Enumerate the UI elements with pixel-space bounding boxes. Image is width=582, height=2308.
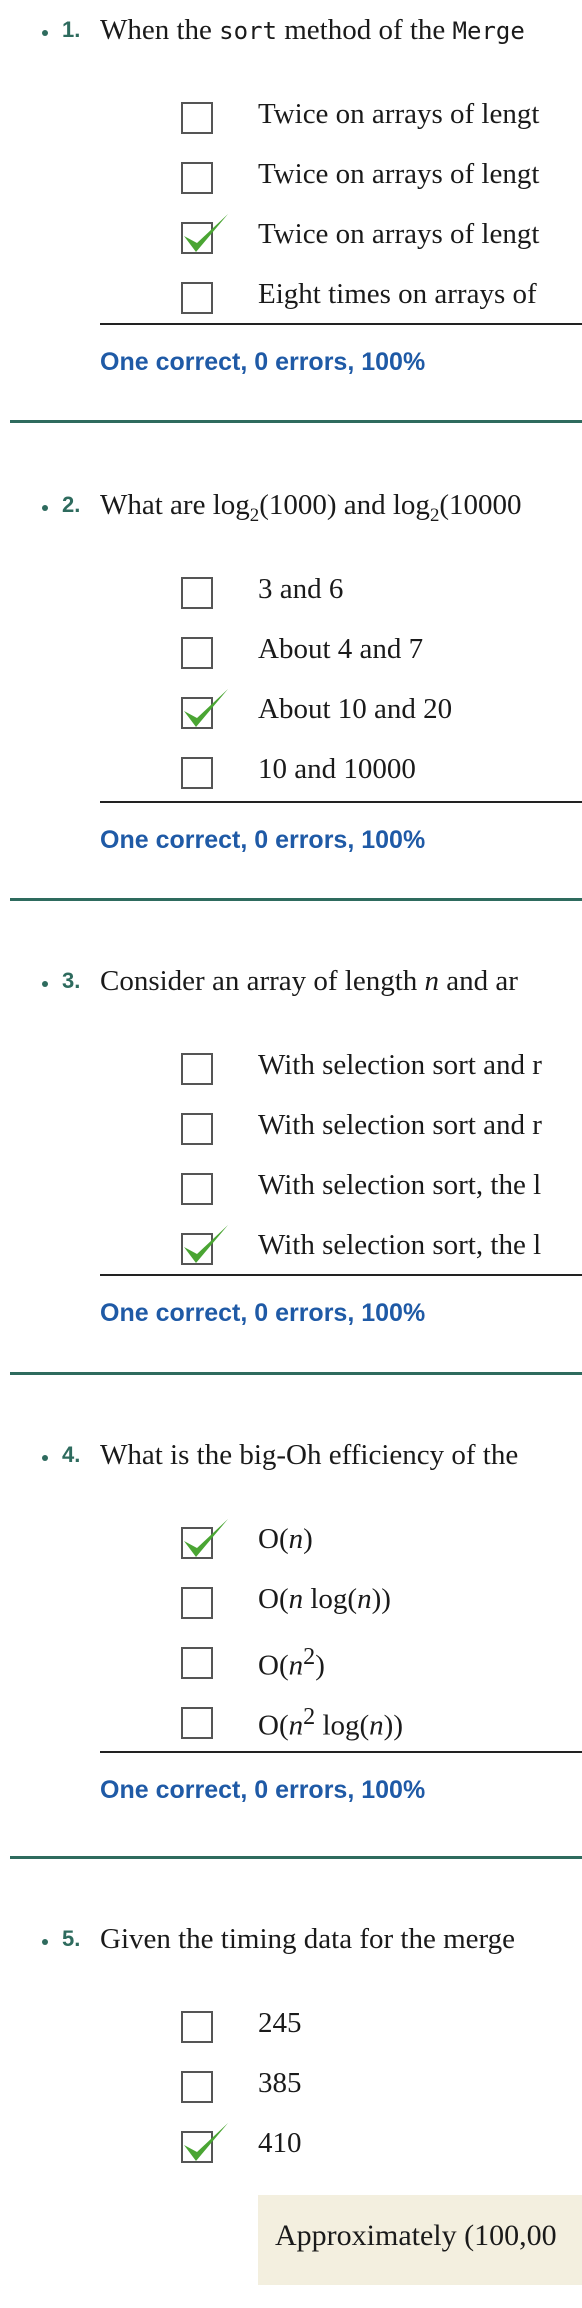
answer-text: O(n2) bbox=[258, 1643, 325, 1682]
bullet-icon bbox=[42, 1939, 48, 1945]
answer-option[interactable]: Twice on arrays of lengt bbox=[0, 214, 582, 266]
bullet-icon bbox=[42, 30, 48, 36]
answer-text: With selection sort and r bbox=[258, 1049, 542, 1081]
answer-checkbox[interactable] bbox=[181, 757, 213, 789]
answer-option[interactable]: O(n2 log(n)) bbox=[0, 1703, 582, 1751]
answer-text: 410 bbox=[258, 2127, 302, 2159]
question-prompt: What are log2(1000) and log2(10000 bbox=[100, 489, 522, 526]
answer-option[interactable]: O(n) bbox=[0, 1519, 582, 1571]
answer-text: About 4 and 7 bbox=[258, 633, 424, 665]
answer-checkbox[interactable] bbox=[181, 1647, 213, 1679]
question-header: 5. Given the timing data for the merge bbox=[0, 1921, 582, 1961]
explanation-text: Approximately (100,00 bbox=[275, 2219, 557, 2252]
question-prompt: Consider an array of length n and ar bbox=[100, 965, 518, 997]
checkmark-icon bbox=[184, 2123, 228, 2161]
answer-text: About 10 and 20 bbox=[258, 693, 453, 725]
answer-option[interactable]: Twice on arrays of lengt bbox=[0, 158, 582, 206]
question-header: 1. When the sort method of the Merge bbox=[0, 12, 582, 52]
question-separator bbox=[10, 1372, 582, 1375]
answer-text: Twice on arrays of lengt bbox=[258, 218, 540, 250]
question-number: 4. bbox=[62, 1442, 81, 1467]
options-divider bbox=[100, 1274, 582, 1276]
question-1: 1. When the sort method of the Merge Twi… bbox=[0, 12, 582, 422]
checkmark-icon bbox=[184, 689, 228, 727]
answer-text: With selection sort, the l bbox=[258, 1169, 542, 1201]
options-divider bbox=[100, 801, 582, 803]
question-2: 2. What are log2(1000) and log2(10000 3 … bbox=[0, 487, 582, 897]
answer-text: Twice on arrays of lengt bbox=[258, 158, 540, 190]
answer-checkbox[interactable] bbox=[181, 1113, 213, 1145]
answer-option[interactable]: 10 and 10000 bbox=[0, 753, 582, 801]
bullet-icon bbox=[42, 1455, 48, 1461]
checkmark-icon bbox=[184, 214, 228, 252]
answer-checkbox[interactable] bbox=[181, 2011, 213, 2043]
question-number: 3. bbox=[62, 968, 81, 993]
bullet-icon bbox=[42, 981, 48, 987]
answer-checkbox[interactable] bbox=[181, 102, 213, 134]
answer-checkbox[interactable] bbox=[181, 162, 213, 194]
answer-text: O(n) bbox=[258, 1523, 313, 1555]
answer-checkbox[interactable] bbox=[181, 1173, 213, 1205]
answer-text: O(n log(n)) bbox=[258, 1583, 391, 1615]
checkmark-icon bbox=[184, 1225, 228, 1263]
question-separator bbox=[10, 420, 582, 423]
answer-text: Twice on arrays of lengt bbox=[258, 98, 540, 130]
answer-text: With selection sort and r bbox=[258, 1109, 542, 1141]
answer-option[interactable]: 245 bbox=[0, 2007, 582, 2055]
answer-option[interactable]: 385 bbox=[0, 2067, 582, 2115]
question-header: 4. What is the big-Oh efficiency of the bbox=[0, 1437, 582, 1477]
answer-text: O(n2 log(n)) bbox=[258, 1703, 403, 1742]
answer-checkbox[interactable] bbox=[181, 1053, 213, 1085]
answer-option[interactable]: About 10 and 20 bbox=[0, 689, 582, 741]
question-separator bbox=[10, 898, 582, 901]
options-divider bbox=[100, 1751, 582, 1753]
question-4: 4. What is the big-Oh efficiency of the … bbox=[0, 1437, 582, 1847]
answer-text: Eight times on arrays of bbox=[258, 278, 537, 310]
answer-option[interactable]: O(n log(n)) bbox=[0, 1583, 582, 1631]
score-summary: One correct, 0 errors, 100% bbox=[100, 1299, 426, 1327]
answer-checkbox[interactable] bbox=[181, 282, 213, 314]
answer-checkbox[interactable] bbox=[181, 637, 213, 669]
score-summary: One correct, 0 errors, 100% bbox=[100, 826, 426, 854]
answer-option[interactable]: With selection sort, the l bbox=[0, 1169, 582, 1217]
bullet-icon bbox=[42, 505, 48, 511]
answer-option[interactable]: Twice on arrays of lengt bbox=[0, 98, 582, 146]
answer-option[interactable]: 410 bbox=[0, 2123, 582, 2175]
question-number: 5. bbox=[62, 1926, 81, 1951]
answer-text: 10 and 10000 bbox=[258, 753, 416, 785]
score-summary: One correct, 0 errors, 100% bbox=[100, 348, 426, 376]
answer-checkbox[interactable] bbox=[181, 577, 213, 609]
answer-text: 385 bbox=[258, 2067, 302, 2099]
answer-explanation: Approximately (100,00 bbox=[258, 2195, 582, 2285]
answer-text: With selection sort, the l bbox=[258, 1229, 542, 1261]
question-number: 2. bbox=[62, 492, 81, 517]
options-divider bbox=[100, 323, 582, 325]
answer-checkbox[interactable] bbox=[181, 1707, 213, 1739]
checkmark-icon bbox=[184, 1519, 228, 1557]
question-separator bbox=[10, 1856, 582, 1859]
answer-option[interactable]: O(n2) bbox=[0, 1643, 582, 1691]
question-prompt: Given the timing data for the merge bbox=[100, 1923, 516, 1955]
answer-text: 3 and 6 bbox=[258, 573, 344, 605]
answer-checkbox[interactable] bbox=[181, 1587, 213, 1619]
answer-option[interactable]: With selection sort and r bbox=[0, 1109, 582, 1157]
question-number: 1. bbox=[62, 17, 81, 42]
answer-option[interactable]: With selection sort and r bbox=[0, 1049, 582, 1097]
answer-option[interactable]: Eight times on arrays of bbox=[0, 278, 582, 326]
answer-option[interactable]: 3 and 6 bbox=[0, 573, 582, 621]
question-header: 2. What are log2(1000) and log2(10000 bbox=[0, 487, 582, 527]
answer-option[interactable]: With selection sort, the l bbox=[0, 1225, 582, 1277]
question-prompt: When the sort method of the Merge bbox=[100, 14, 525, 46]
answer-option[interactable]: About 4 and 7 bbox=[0, 633, 582, 681]
question-5: 5. Given the timing data for the merge 2… bbox=[0, 1921, 582, 2181]
answer-checkbox[interactable] bbox=[181, 2071, 213, 2103]
score-summary: One correct, 0 errors, 100% bbox=[100, 1776, 426, 1804]
question-header: 3. Consider an array of length n and ar bbox=[0, 963, 582, 1003]
question-3: 3. Consider an array of length n and ar … bbox=[0, 963, 582, 1373]
question-prompt: What is the big-Oh efficiency of the bbox=[100, 1439, 519, 1471]
answer-text: 245 bbox=[258, 2007, 302, 2039]
